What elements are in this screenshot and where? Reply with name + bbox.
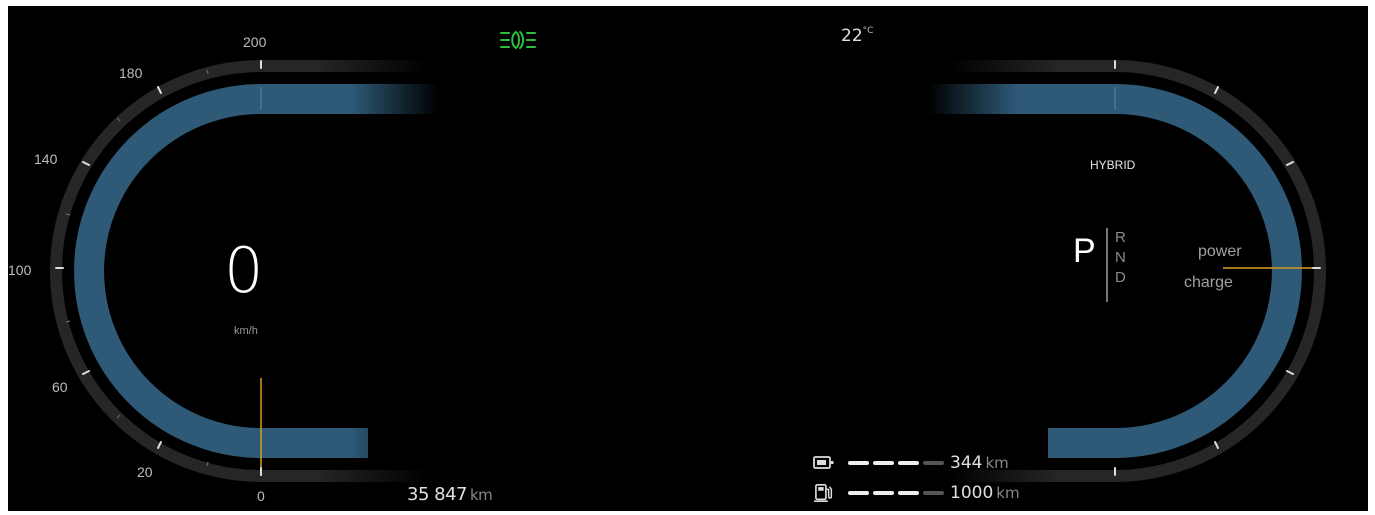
instrument-cluster: 200 180 140 100 60 20 0 0 km/h 22°C 35 8… (8, 6, 1368, 511)
gear-d: D (1115, 269, 1126, 286)
headlight-indicator-icon (500, 30, 536, 50)
battery-range-row: 344 km (812, 453, 1009, 473)
level-segment (898, 461, 919, 465)
speed-tick-20: 20 (137, 464, 153, 480)
temperature-unit: °C (862, 26, 874, 36)
level-segment (923, 491, 944, 495)
level-segment (898, 491, 919, 495)
fuel-range: 1000 km (950, 483, 1020, 503)
outside-temperature: 22°C (841, 26, 873, 46)
speed-tick-200: 200 (243, 34, 267, 50)
power-label: power (1198, 243, 1242, 260)
level-segment (848, 491, 869, 495)
battery-level-bars (848, 461, 944, 465)
fuel-range-unit: km (996, 484, 1020, 502)
speed-tick-0: 0 (257, 488, 265, 504)
level-segment (873, 461, 894, 465)
gear-list: R N D (1115, 228, 1126, 288)
fuel-range-value: 1000 (950, 483, 994, 503)
level-segment (923, 461, 944, 465)
speed-tick-100: 100 (8, 262, 32, 278)
battery-icon (813, 456, 834, 469)
battery-range: 344 km (950, 453, 1009, 473)
selected-gear: P (1073, 232, 1096, 270)
speedometer-band (74, 84, 438, 458)
speed-readout: 0 (224, 234, 264, 307)
power-meter-outer-ring (948, 60, 1326, 482)
odometer: 35 847 km (407, 484, 493, 505)
level-segment (848, 461, 869, 465)
odometer-value: 35 847 (407, 484, 467, 505)
speed-unit: km/h (234, 325, 258, 337)
charge-label: charge (1184, 274, 1233, 291)
level-segment (873, 491, 894, 495)
gear-divider (1106, 228, 1108, 302)
odometer-unit: km (469, 486, 493, 504)
gauge-graphics (50, 60, 1326, 482)
fuel-pump-icon (814, 484, 833, 502)
temperature-value: 22 (841, 26, 863, 46)
battery-range-unit: km (985, 454, 1009, 472)
battery-range-value: 344 (950, 453, 983, 473)
speed-tick-140: 140 (34, 151, 58, 167)
fuel-level-bars (848, 491, 944, 495)
speed-tick-180: 180 (119, 65, 143, 81)
drive-mode-label: HYBRID (1090, 158, 1136, 172)
speed-tick-60: 60 (52, 379, 68, 395)
fuel-range-row: 1000 km (812, 483, 1020, 503)
gear-r: R (1115, 229, 1126, 246)
gear-n: N (1115, 249, 1126, 266)
